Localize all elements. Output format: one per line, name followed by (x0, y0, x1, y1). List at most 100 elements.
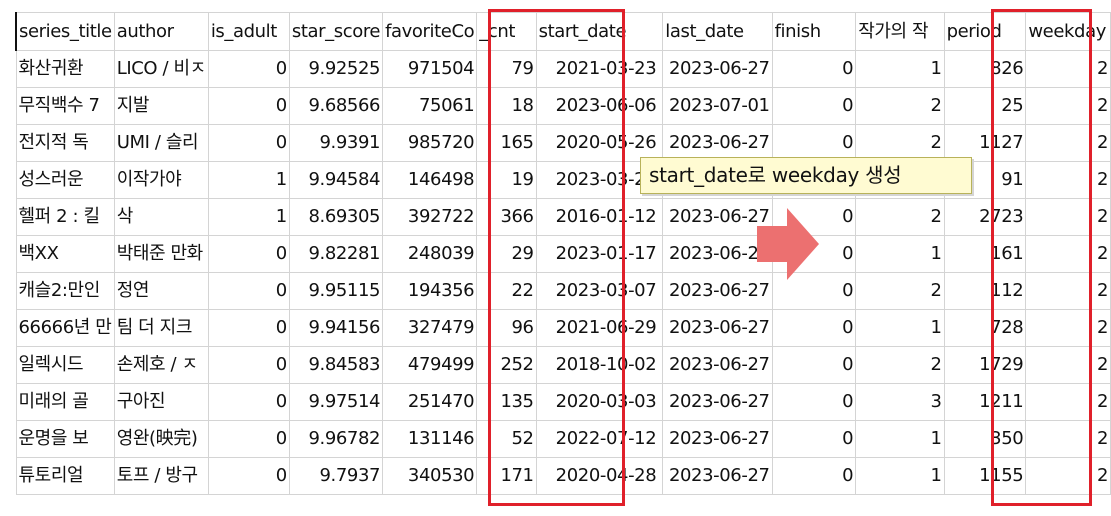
column-header-finish[interactable]: finish (771, 12, 857, 51)
cell-is-adult[interactable]: 0 (207, 50, 290, 88)
cell-start-date[interactable]: 2023-01-17 (535, 235, 664, 273)
column-header-star-score[interactable]: star_score (288, 12, 384, 51)
column-header-favorite-count[interactable]: favoriteCo (382, 12, 478, 51)
cell-author[interactable]: 정연 (113, 272, 209, 310)
cell-series-title[interactable]: 전지적 독 (15, 124, 115, 162)
cell-finish[interactable]: 0 (771, 457, 857, 495)
cell-period[interactable]: 1127 (943, 124, 1027, 162)
cell-period[interactable]: 728 (943, 309, 1027, 347)
cell-weekday[interactable]: 2 (1025, 50, 1111, 88)
cell-author-works[interactable]: 1 (855, 309, 945, 347)
cell-author[interactable]: 박태준 만화 (113, 235, 209, 273)
column-header-weekday[interactable]: weekday (1025, 12, 1111, 51)
cell-favorite-count[interactable]: 248039 (382, 235, 478, 273)
cell-cnt[interactable]: 135 (476, 383, 537, 421)
cell-is-adult[interactable]: 0 (207, 235, 290, 273)
cell-start-date[interactable]: 2020-03-03 (535, 383, 664, 421)
cell-cnt[interactable]: 165 (476, 124, 537, 162)
cell-weekday[interactable]: 2 (1025, 420, 1111, 458)
cell-is-adult[interactable]: 0 (207, 87, 290, 125)
cell-star-score[interactable]: 9.82281 (288, 235, 384, 273)
column-header-period[interactable]: period (943, 12, 1027, 51)
cell-series-title[interactable]: 미래의 골 (15, 383, 115, 421)
cell-star-score[interactable]: 9.7937 (288, 457, 384, 495)
column-header-series-title[interactable]: series_title (14, 12, 115, 51)
cell-favorite-count[interactable]: 392722 (382, 198, 478, 236)
cell-last-date[interactable]: 2023-07-01 (662, 87, 773, 125)
cell-series-title[interactable]: 무직백수 7 (15, 87, 115, 125)
cell-period[interactable]: 1729 (943, 346, 1027, 384)
cell-author[interactable]: 팀 더 지크 (113, 309, 209, 347)
cell-weekday[interactable]: 2 (1025, 124, 1111, 162)
cell-star-score[interactable]: 9.92525 (288, 50, 384, 88)
cell-finish[interactable]: 0 (771, 309, 857, 347)
cell-favorite-count[interactable]: 479499 (382, 346, 478, 384)
cell-is-adult[interactable]: 0 (207, 272, 290, 310)
cell-cnt[interactable]: 22 (476, 272, 537, 310)
column-header-is-adult[interactable]: is_adult (207, 12, 290, 51)
cell-weekday[interactable]: 2 (1025, 198, 1111, 236)
cell-last-date[interactable]: 2023-06-27 (662, 272, 773, 310)
cell-series-title[interactable]: 화산귀환 (15, 50, 115, 88)
cell-author-works[interactable]: 1 (855, 457, 945, 495)
cell-period[interactable]: 2723 (943, 198, 1027, 236)
cell-weekday[interactable]: 2 (1025, 309, 1111, 347)
cell-last-date[interactable]: 2023-06-27 (662, 457, 773, 495)
cell-series-title[interactable]: 일렉시드 (15, 346, 115, 384)
cell-last-date[interactable]: 2023-06-27 (662, 235, 773, 273)
cell-last-date[interactable]: 2023-06-27 (662, 383, 773, 421)
cell-author[interactable]: LICO / 비ㅈ (113, 50, 209, 88)
cell-favorite-count[interactable]: 340530 (382, 457, 478, 495)
cell-last-date[interactable]: 2023-06-27 (662, 346, 773, 384)
cell-finish[interactable]: 0 (771, 383, 857, 421)
cell-cnt[interactable]: 366 (476, 198, 537, 236)
cell-series-title[interactable]: 성스러운 (15, 161, 115, 199)
cell-series-title[interactable]: 캐슬2:만인 (15, 272, 115, 310)
cell-series-title[interactable]: 헬퍼 2 : 킬 (15, 198, 115, 236)
cell-period[interactable]: 25 (943, 87, 1027, 125)
cell-finish[interactable]: 0 (771, 87, 857, 125)
cell-weekday[interactable]: 2 (1025, 457, 1111, 495)
cell-author-works[interactable]: 2 (855, 198, 945, 236)
cell-last-date[interactable]: 2023-06-27 (662, 309, 773, 347)
cell-favorite-count[interactable]: 75061 (382, 87, 478, 125)
column-header-last-date[interactable]: last_date (662, 12, 773, 51)
cell-favorite-count[interactable]: 251470 (382, 383, 478, 421)
cell-star-score[interactable]: 9.94584 (288, 161, 384, 199)
cell-start-date[interactable]: 2023-03-07 (535, 272, 664, 310)
cell-start-date[interactable]: 2020-04-28 (535, 457, 664, 495)
cell-last-date[interactable]: 2023-06-27 (662, 50, 773, 88)
cell-series-title[interactable]: 66666년 만 (15, 309, 115, 347)
column-header-author-works[interactable]: 작가의 작 (855, 12, 945, 51)
cell-favorite-count[interactable]: 971504 (382, 50, 478, 88)
cell-finish[interactable]: 0 (771, 346, 857, 384)
cell-author-works[interactable]: 2 (855, 346, 945, 384)
cell-cnt[interactable]: 171 (476, 457, 537, 495)
cell-author-works[interactable]: 3 (855, 383, 945, 421)
cell-start-date[interactable]: 2023-06-06 (535, 87, 664, 125)
cell-star-score[interactable]: 8.69305 (288, 198, 384, 236)
cell-author[interactable]: UMI / 슬리 (113, 124, 209, 162)
cell-star-score[interactable]: 9.97514 (288, 383, 384, 421)
cell-period[interactable]: 1155 (943, 457, 1027, 495)
column-header-start-date[interactable]: start_date (535, 12, 664, 51)
cell-start-date[interactable]: 2016-01-12 (535, 198, 664, 236)
cell-period[interactable]: 1211 (943, 383, 1027, 421)
cell-author-works[interactable]: 1 (855, 235, 945, 273)
cell-finish[interactable]: 0 (771, 50, 857, 88)
cell-cnt[interactable]: 19 (476, 161, 537, 199)
cell-author-works[interactable]: 1 (855, 420, 945, 458)
column-header-cnt[interactable]: _cnt (476, 12, 537, 51)
cell-is-adult[interactable]: 0 (207, 346, 290, 384)
cell-last-date[interactable]: 2023-06-27 (662, 124, 773, 162)
cell-cnt[interactable]: 79 (476, 50, 537, 88)
cell-favorite-count[interactable]: 131146 (382, 420, 478, 458)
column-header-author[interactable]: author (113, 12, 209, 51)
cell-cnt[interactable]: 29 (476, 235, 537, 273)
cell-cnt[interactable]: 18 (476, 87, 537, 125)
cell-weekday[interactable]: 2 (1025, 87, 1111, 125)
cell-start-date[interactable]: 2021-03-23 (535, 50, 664, 88)
cell-is-adult[interactable]: 0 (207, 420, 290, 458)
cell-author[interactable]: 삭 (113, 198, 209, 236)
cell-series-title[interactable]: 백XX (15, 235, 115, 273)
